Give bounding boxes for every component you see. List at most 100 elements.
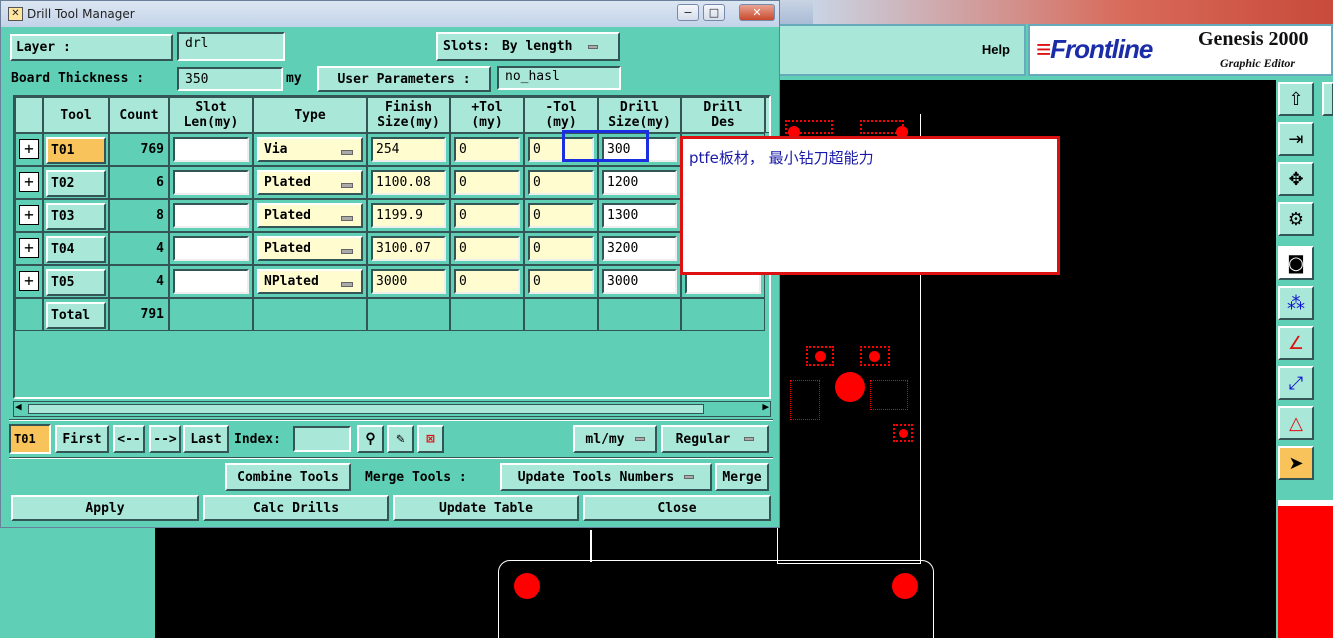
total-count: 791 xyxy=(140,307,164,322)
finish-input[interactable]: 3100.07 xyxy=(371,236,446,261)
slot-input[interactable] xyxy=(173,137,249,162)
bulb-icon[interactable]: ⚲ xyxy=(357,425,384,453)
layer-input[interactable]: drl xyxy=(177,32,285,61)
combine-tools-button[interactable]: Combine Tools xyxy=(225,463,351,491)
expand-row-icon[interactable]: + xyxy=(19,238,39,258)
type-dropdown[interactable]: NPlated xyxy=(257,269,363,294)
expand-row-icon[interactable]: + xyxy=(19,205,39,225)
table-cell-plus: + xyxy=(15,199,43,232)
header-tool: Tool xyxy=(43,97,109,133)
table-cell-ntol: 0 xyxy=(524,199,598,232)
tool-button[interactable]: T01 xyxy=(46,137,106,164)
maximize-button[interactable]: □ xyxy=(703,4,725,21)
fit-icon[interactable]: ✥ xyxy=(1278,162,1314,196)
scale-icon[interactable]: ⤢ xyxy=(1278,366,1314,400)
help-button[interactable]: Help xyxy=(778,24,1026,76)
tool-count: 8 xyxy=(156,208,164,223)
slot-input[interactable] xyxy=(173,269,249,294)
export-icon[interactable]: ⇧ xyxy=(1278,82,1314,116)
tool-count: 769 xyxy=(140,142,164,157)
next-button[interactable]: --> xyxy=(149,425,181,453)
user-parameters-button[interactable]: User Parameters : xyxy=(317,66,491,92)
tool-count: 6 xyxy=(156,175,164,190)
total-row-blank xyxy=(15,298,43,331)
tool-button[interactable]: T05 xyxy=(46,269,106,296)
mode-dropdown[interactable]: Regular xyxy=(661,425,769,453)
drill-input[interactable]: 3200 xyxy=(602,236,677,261)
drill-input[interactable]: 1200 xyxy=(602,170,677,195)
pointer-icon[interactable]: ➤ xyxy=(1278,446,1314,480)
drill-input[interactable]: 3000 xyxy=(602,269,677,294)
table-cell-slot xyxy=(169,265,253,298)
close-window-button[interactable]: ✕ xyxy=(739,4,775,21)
delete-icon[interactable]: ⊠ xyxy=(417,425,444,453)
scroll-left-icon[interactable]: ◀ xyxy=(15,400,22,413)
triangle-icon[interactable]: △ xyxy=(1278,406,1314,440)
scrollbar-thumb[interactable] xyxy=(28,404,704,414)
merge-button[interactable]: Merge xyxy=(715,463,769,491)
separator xyxy=(9,457,773,459)
ptol-input[interactable]: 0 xyxy=(454,236,520,261)
close-button[interactable]: Close xyxy=(583,495,771,521)
minimize-button[interactable]: − xyxy=(677,4,699,21)
slot-input[interactable] xyxy=(173,203,249,228)
table-cell-type: Plated xyxy=(253,166,367,199)
expand-row-icon[interactable]: + xyxy=(19,139,39,159)
settings-icon[interactable]: ⚙ xyxy=(1278,202,1314,236)
type-dropdown[interactable]: Plated xyxy=(257,170,363,195)
connect-icon[interactable]: ⁂ xyxy=(1278,286,1314,320)
ntol-input[interactable]: 0 xyxy=(528,170,594,195)
update-table-button[interactable]: Update Table xyxy=(393,495,579,521)
ntol-input[interactable]: 0 xyxy=(528,269,594,294)
expand-row-icon[interactable]: + xyxy=(19,271,39,291)
last-button[interactable]: Last xyxy=(183,425,229,453)
first-button[interactable]: First xyxy=(55,425,109,453)
table-cell-ptol: 0 xyxy=(450,265,524,298)
ntol-input[interactable]: 0 xyxy=(528,203,594,228)
type-dropdown[interactable]: Plated xyxy=(257,236,363,261)
tool-button[interactable]: T02 xyxy=(46,170,106,197)
drill-input[interactable]: 1300 xyxy=(602,203,677,228)
expand-row-icon[interactable]: + xyxy=(19,172,39,192)
annotation-note: ptfe板材， 最小钻刀超能力 xyxy=(680,136,1060,275)
header-minus-tol: -Tol (my) xyxy=(524,97,598,133)
finish-input[interactable]: 3000 xyxy=(371,269,446,294)
snapshot-icon[interactable]: ◙ xyxy=(1278,246,1314,280)
tool-count: 4 xyxy=(156,241,164,256)
title-bar[interactable]: ✕ Drill Tool Manager − □ ✕ xyxy=(1,1,779,27)
table-cell-ntol: 0 xyxy=(524,166,598,199)
slot-input[interactable] xyxy=(173,236,249,261)
edit-icon[interactable]: ✎ xyxy=(387,425,414,453)
merge-option-dropdown[interactable]: Update Tools Numbers xyxy=(500,463,712,491)
horizontal-scrollbar[interactable]: ◀ ▶ xyxy=(13,400,771,417)
tool-button[interactable]: T03 xyxy=(46,203,106,230)
board-thickness-input[interactable]: 350 xyxy=(177,67,283,91)
ptol-input[interactable]: 0 xyxy=(454,137,520,162)
ptol-input[interactable]: 0 xyxy=(454,203,520,228)
highlight-box xyxy=(562,130,649,162)
table-cell-count: 6 xyxy=(109,166,169,199)
finish-input[interactable]: 1199.9 xyxy=(371,203,446,228)
ptol-input[interactable]: 0 xyxy=(454,170,520,195)
tool-button[interactable]: T04 xyxy=(46,236,106,263)
type-dropdown[interactable]: Plated xyxy=(257,203,363,228)
import-icon[interactable]: ⇥ xyxy=(1278,122,1314,156)
slot-input[interactable] xyxy=(173,170,249,195)
finish-input[interactable]: 254 xyxy=(371,137,446,162)
units-dropdown[interactable]: ml/my xyxy=(573,425,657,453)
index-input[interactable] xyxy=(293,426,351,452)
slots-control[interactable]: Slots: By length xyxy=(436,32,620,61)
user-parameters-input[interactable]: no_hasl xyxy=(497,66,621,90)
drill-pad xyxy=(899,429,908,438)
ntol-input[interactable]: 0 xyxy=(528,236,594,261)
scroll-right-icon[interactable]: ▶ xyxy=(762,400,769,413)
app-icon: ✕ xyxy=(8,7,23,21)
prev-button[interactable]: <-- xyxy=(113,425,145,453)
calc-drills-button[interactable]: Calc Drills xyxy=(203,495,389,521)
ptol-input[interactable]: 0 xyxy=(454,269,520,294)
measure-icon[interactable]: ∠ xyxy=(1278,326,1314,360)
type-dropdown[interactable]: Via xyxy=(257,137,363,162)
apply-button[interactable]: Apply xyxy=(11,495,199,521)
slots-dropdown[interactable]: By length xyxy=(502,39,572,54)
finish-input[interactable]: 1100.08 xyxy=(371,170,446,195)
